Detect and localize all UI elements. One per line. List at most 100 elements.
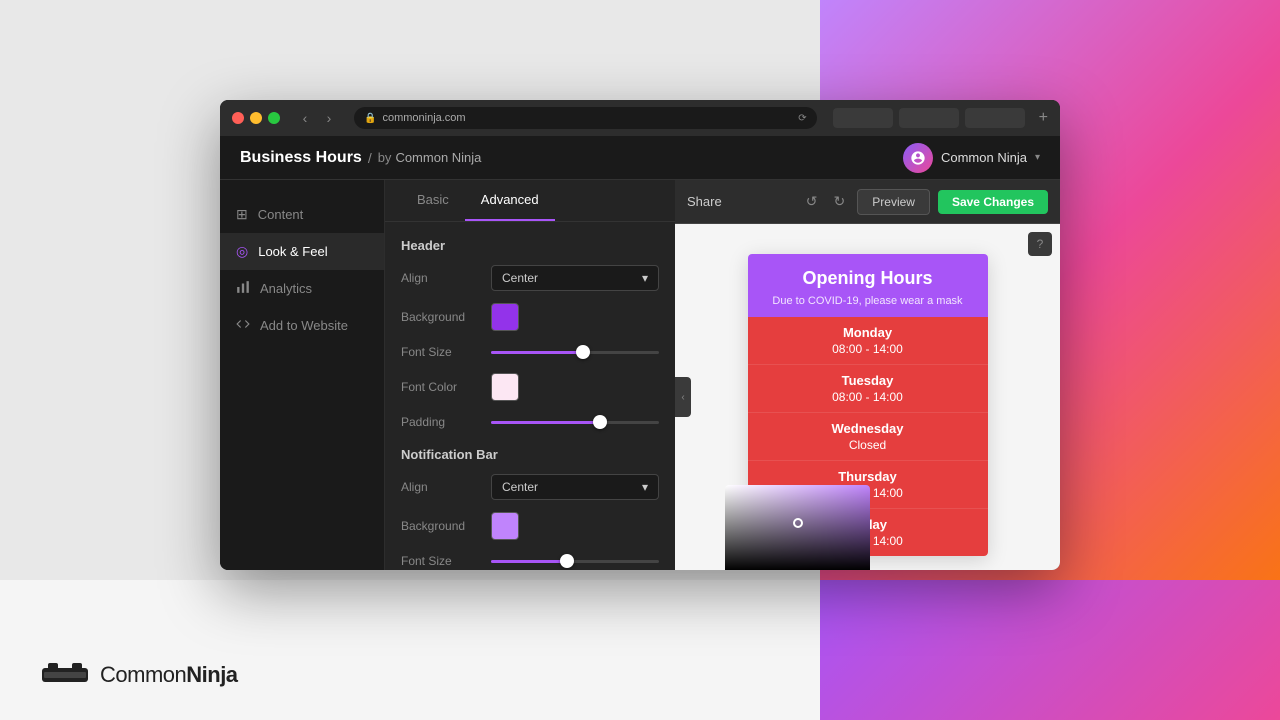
fontsize-slider[interactable] <box>491 343 659 361</box>
header-fontcolor-row: Font Color <box>401 373 659 401</box>
sidebar-item-analytics[interactable]: Analytics <box>220 270 384 307</box>
widget-day-tuesday: Tuesday 08:00 - 14:00 <box>748 365 988 413</box>
back-button[interactable]: ‹ <box>296 109 314 127</box>
day-hours-tuesday: 08:00 - 14:00 <box>764 390 972 404</box>
sidebar-item-look-feel[interactable]: ◎ Look & Feel <box>220 233 384 270</box>
maximize-button[interactable] <box>268 112 280 124</box>
day-name-tuesday: Tuesday <box>764 373 972 388</box>
align-label: Align <box>401 271 491 285</box>
logo-text-regular: Common <box>100 662 186 687</box>
tab-basic[interactable]: Basic <box>401 180 465 221</box>
widget-header: Opening Hours Due to COVID-19, please we… <box>748 254 988 317</box>
notif-fontsize-slider[interactable] <box>491 552 659 570</box>
notif-align-row: Align Center ▾ <box>401 474 659 500</box>
traffic-lights <box>232 112 280 124</box>
header-padding-row: Padding <box>401 413 659 431</box>
lock-icon: 🔒 <box>364 113 376 124</box>
align-value: Center <box>502 271 538 285</box>
fontcolor-control <box>491 373 659 401</box>
day-hours-monday: 08:00 - 14:00 <box>764 342 972 356</box>
notif-background-control <box>491 512 659 540</box>
sidebar-item-add-website[interactable]: Add to Website <box>220 307 384 344</box>
app-title: Business Hours <box>240 149 362 167</box>
browser-tab-actions <box>833 108 1025 128</box>
background-label: Background <box>401 310 491 324</box>
editor-tabs: Basic Advanced <box>385 180 675 222</box>
refresh-icon[interactable]: ⟳ <box>798 113 806 124</box>
fontsize-label: Font Size <box>401 345 491 359</box>
browser-tab-1[interactable] <box>833 108 893 128</box>
browser-tab-2[interactable] <box>899 108 959 128</box>
widget-subtitle: Due to COVID-19, please wear a mask <box>764 295 972 307</box>
ninja-logo-icon <box>40 660 90 690</box>
notif-background-row: Background <box>401 512 659 540</box>
notif-align-control: Center ▾ <box>491 474 659 500</box>
forward-button[interactable]: › <box>320 109 338 127</box>
title-by: by <box>378 150 392 165</box>
widget-title: Opening Hours <box>764 268 972 289</box>
notif-fontsize-control <box>491 552 659 570</box>
sidebar-item-content[interactable]: ⊞ Content <box>220 196 384 233</box>
help-icon-container: ? <box>1028 232 1052 256</box>
analytics-icon <box>236 280 250 297</box>
preview-button[interactable]: Preview <box>857 189 930 215</box>
background-control <box>491 303 659 331</box>
browser-navigation: ‹ › <box>296 109 338 127</box>
notif-align-chevron: ▾ <box>642 480 648 494</box>
title-separator: / <box>368 150 372 166</box>
editor-panel: Basic Advanced Header Align Center ▾ <box>385 180 675 570</box>
browser-chrome: ‹ › 🔒 commoninja.com ⟳ + <box>220 100 1060 136</box>
preview-toolbar: Share ↺ ↻ Preview Save Changes <box>675 180 1060 224</box>
notif-background-swatch[interactable] <box>491 512 519 540</box>
user-name: Common Ninja <box>941 150 1027 165</box>
notif-fontsize-row: Font Size <box>401 552 659 570</box>
fontsize-control <box>491 343 659 361</box>
day-name-thursday: Thursday <box>764 469 972 484</box>
editor-content: Header Align Center ▾ Backgroun <box>385 222 675 570</box>
app: Business Hours / by Common Ninja Common … <box>220 136 1060 570</box>
header-align-row: Align Center ▾ <box>401 265 659 291</box>
fontcolor-label: Font Color <box>401 380 491 394</box>
header-fontsize-row: Font Size <box>401 343 659 361</box>
address-bar[interactable]: 🔒 commoninja.com ⟳ <box>354 107 817 129</box>
add-website-icon <box>236 317 250 334</box>
new-tab-button[interactable]: + <box>1039 109 1048 127</box>
bottom-logo: CommonNinja <box>40 660 238 690</box>
help-icon[interactable]: ? <box>1028 232 1052 256</box>
notif-align-value: Center <box>502 480 538 494</box>
undo-button[interactable]: ↺ <box>802 189 822 214</box>
save-button[interactable]: Save Changes <box>938 190 1048 214</box>
header-background-row: Background <box>401 303 659 331</box>
notif-align-select[interactable]: Center ▾ <box>491 474 659 500</box>
padding-control <box>491 413 659 431</box>
logo-text-bold: Ninja <box>186 662 237 687</box>
widget-day-wednesday: Wednesday Closed <box>748 413 988 461</box>
day-name-wednesday: Wednesday <box>764 421 972 436</box>
align-select[interactable]: Center ▾ <box>491 265 659 291</box>
browser-tab-3[interactable] <box>965 108 1025 128</box>
redo-button[interactable]: ↻ <box>830 189 850 214</box>
tab-advanced[interactable]: Advanced <box>465 180 555 221</box>
background-swatch[interactable] <box>491 303 519 331</box>
notification-bar-section-title: Notification Bar <box>401 447 659 462</box>
user-avatar <box>903 143 933 173</box>
address-text: commoninja.com <box>382 112 465 124</box>
notif-background-label: Background <box>401 519 491 533</box>
share-label: Share <box>687 194 722 209</box>
collapse-panel-button[interactable]: ‹ <box>675 377 691 417</box>
main-layout: ⊞ Content ◎ Look & Feel Analytics <box>220 180 1060 570</box>
header-section-title: Header <box>401 238 659 253</box>
content-icon: ⊞ <box>236 206 248 223</box>
padding-slider[interactable] <box>491 413 659 431</box>
minimize-button[interactable] <box>250 112 262 124</box>
bg-bottom-right <box>820 580 1280 720</box>
sidebar-analytics-label: Analytics <box>260 281 312 296</box>
header-right: Common Ninja ▾ <box>903 143 1040 173</box>
toolbar-left: Share <box>687 194 722 209</box>
browser-window: ‹ › 🔒 commoninja.com ⟳ + Business Hours … <box>220 100 1060 570</box>
padding-label: Padding <box>401 415 491 429</box>
user-menu-chevron[interactable]: ▾ <box>1035 152 1040 163</box>
sidebar-content-label: Content <box>258 207 304 222</box>
fontcolor-swatch[interactable] <box>491 373 519 401</box>
close-button[interactable] <box>232 112 244 124</box>
